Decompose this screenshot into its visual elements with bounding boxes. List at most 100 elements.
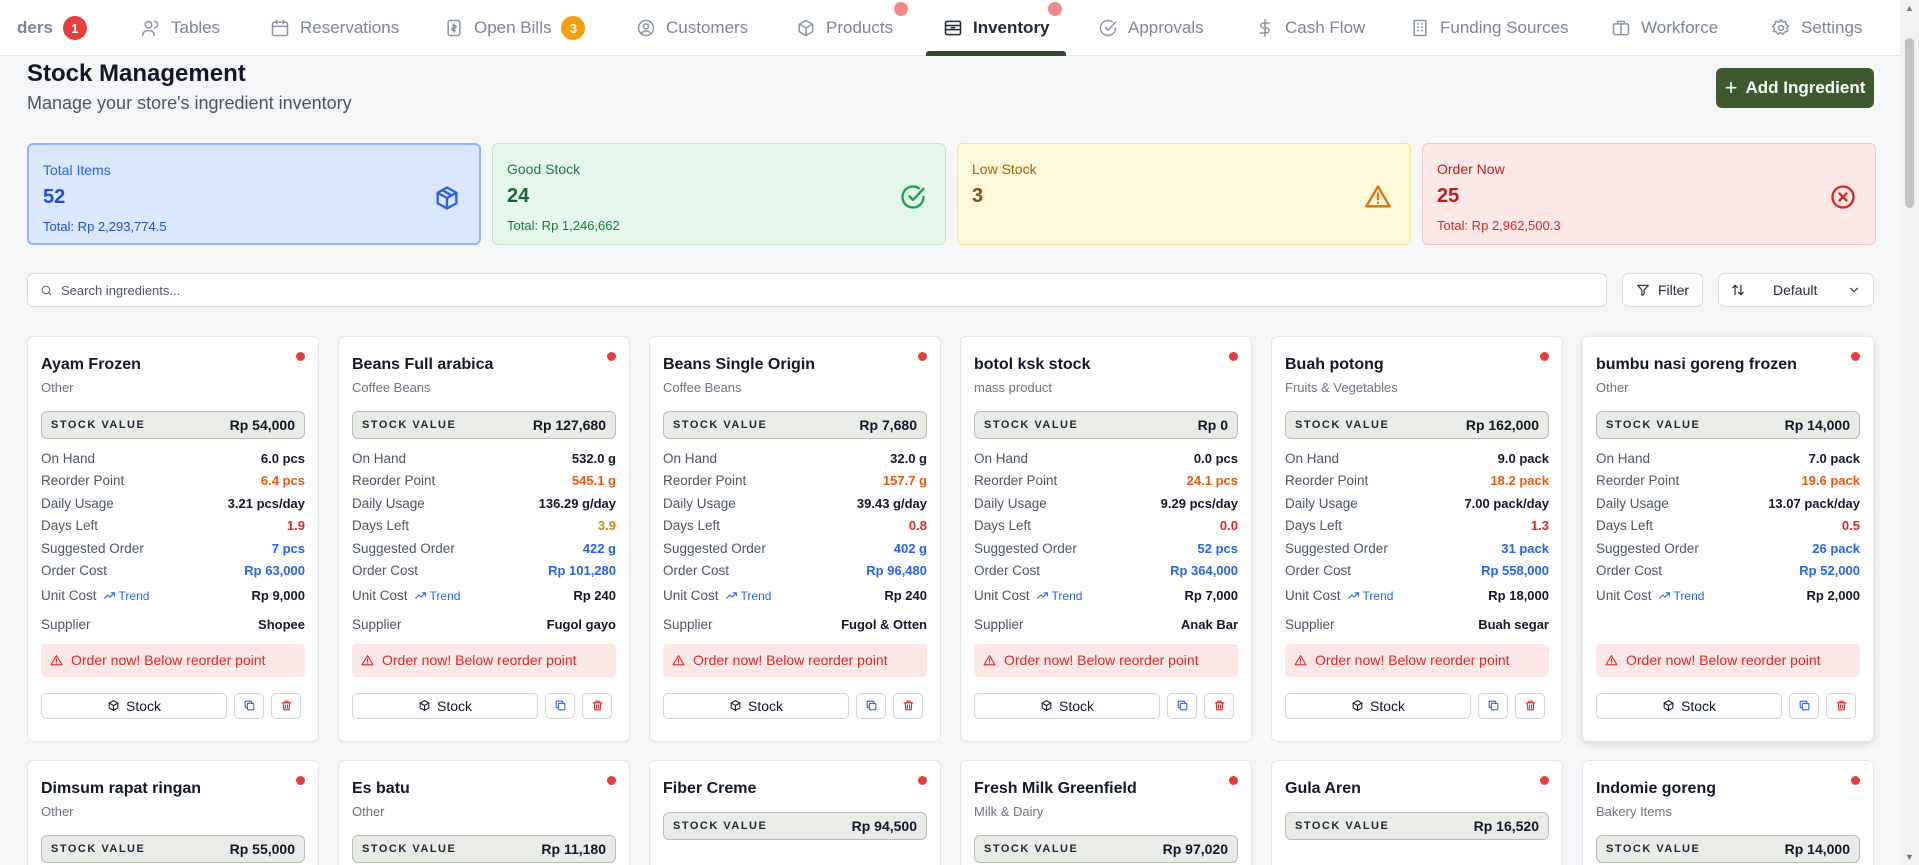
copy-icon: [1487, 699, 1500, 712]
nav-item-inventory[interactable]: Inventory: [943, 0, 1050, 56]
ingredient-card[interactable]: Fiber Creme STOCK VALUE Rp 94,500: [649, 760, 941, 865]
detail-value: 157.7 g: [882, 473, 927, 489]
detail-row-reorder-point: Reorder Point 19.6 pack: [1596, 470, 1860, 493]
stock-button[interactable]: Stock: [41, 692, 227, 719]
copy-button[interactable]: [545, 692, 575, 719]
add-ingredient-button[interactable]: + Add Ingredient: [1716, 68, 1874, 108]
detail-row-unit-cost: Unit Cost Trend Rp 2,000: [1596, 582, 1860, 609]
reorder-alert: Order now! Below reorder point: [41, 643, 305, 677]
status-dot: [1229, 776, 1238, 785]
detail-label: Days Left: [663, 518, 721, 534]
cube-icon: [433, 184, 461, 212]
scroll-down-arrow[interactable]: ▼: [1905, 853, 1914, 862]
stock-button[interactable]: Stock: [1596, 692, 1782, 719]
copy-button[interactable]: [856, 692, 886, 719]
delete-button[interactable]: [582, 692, 612, 719]
nav-item-funding-sources[interactable]: Funding Sources: [1410, 0, 1569, 56]
trend-link[interactable]: Trend: [1658, 589, 1704, 603]
detail-label: Reorder Point: [974, 473, 1058, 489]
detail-rows: On Hand 9.0 pack Reorder Point 18.2 pack Dai…: [1285, 447, 1549, 636]
copy-button[interactable]: [234, 692, 264, 719]
nav-item-open-bills[interactable]: Open Bills 3: [444, 0, 586, 56]
trend-link[interactable]: Trend: [1036, 589, 1082, 603]
nav-label: Settings: [1801, 18, 1863, 37]
copy-button[interactable]: [1167, 692, 1197, 719]
delete-button[interactable]: [271, 692, 301, 719]
detail-rows: On Hand 0.0 pcs Reorder Point 24.1 pcs Daily…: [974, 447, 1238, 636]
open-bills-badge: 3: [561, 16, 586, 40]
summary-low-stock[interactable]: Low Stock 3: [957, 143, 1411, 245]
stock-button[interactable]: Stock: [1285, 692, 1471, 719]
plus-icon: +: [1724, 75, 1738, 100]
ingredient-card[interactable]: Beans Single Origin Coffee Beans STOCK VAL…: [649, 336, 941, 742]
nav-item-customers[interactable]: Customers: [636, 0, 748, 56]
nav-item-reservations[interactable]: Reservations: [270, 0, 399, 56]
stock-button-label: Stock: [1058, 697, 1094, 714]
nav-item-workforce[interactable]: Workforce: [1611, 0, 1718, 56]
detail-value: Rp 240: [573, 588, 616, 603]
ingredient-card[interactable]: botol ksk stock mass product STOCK VALUE Rp…: [960, 336, 1252, 742]
trash-icon: [591, 699, 604, 712]
ingredient-card[interactable]: bumbu nasi goreng frozen Other STOCK VALUE…: [1582, 336, 1874, 742]
detail-row-unit-cost: Unit Cost Trend Rp 240: [352, 582, 616, 609]
alert-triangle-icon: [983, 654, 996, 667]
delete-button[interactable]: [893, 692, 923, 719]
reorder-alert: Order now! Below reorder point: [663, 643, 927, 677]
nav-item-settings[interactable]: Settings: [1771, 0, 1862, 56]
ingredient-card[interactable]: Indomie goreng Bakery Items STOCK VALUE Rp …: [1582, 760, 1874, 865]
trend-link[interactable]: Trend: [725, 589, 771, 603]
summary-good-stock[interactable]: Good Stock 24 Total: Rp 1,246,662: [492, 143, 946, 245]
detail-row-suggested-order: Suggested Order 402 g: [663, 537, 927, 560]
filter-button[interactable]: Filter: [1622, 273, 1703, 307]
reorder-alert: Order now! Below reorder point: [352, 643, 616, 677]
delete-button[interactable]: [1826, 692, 1856, 719]
sort-select[interactable]: Default: [1718, 273, 1874, 307]
detail-row-supplier: Supplier Shopee: [41, 613, 305, 636]
ingredient-card[interactable]: Gula Aren STOCK VALUE Rp 16,520: [1271, 760, 1563, 865]
stock-value-amount: Rp 14,000: [1784, 417, 1850, 433]
stock-value-amount: Rp 7,680: [859, 417, 917, 433]
scrollbar-thumb[interactable]: [1905, 38, 1914, 208]
ingredient-card[interactable]: Dimsum rapat ringan Other STOCK VALUE Rp 55…: [27, 760, 319, 865]
trend-link[interactable]: Trend: [1347, 588, 1394, 603]
trend-link[interactable]: Trend: [103, 589, 149, 603]
trash-icon: [1524, 699, 1537, 712]
nav-item-orders[interactable]: ders 1: [17, 0, 87, 56]
detail-label: Order Cost: [41, 563, 108, 579]
dollar-icon: [1255, 18, 1275, 38]
ingredient-card[interactable]: Fresh Milk Greenfield Milk & Dairy STOCK V…: [960, 760, 1252, 865]
nav-item-approvals[interactable]: Approvals: [1098, 0, 1204, 56]
detail-value: 0.8: [908, 518, 927, 534]
scroll-up-arrow[interactable]: ▲: [1905, 4, 1914, 13]
search-input[interactable]: [61, 282, 1561, 298]
summary-order-now[interactable]: Order Now 25 Total: Rp 2,962,500.3: [1422, 143, 1876, 245]
copy-button[interactable]: [1478, 692, 1508, 719]
ingredient-card[interactable]: Beans Full arabica Coffee Beans STOCK VALU…: [338, 336, 630, 742]
stock-button[interactable]: Stock: [352, 692, 538, 719]
detail-row-days-left: Days Left 0.5: [1596, 515, 1860, 538]
nav-item-tables[interactable]: Tables: [141, 0, 220, 56]
stock-button[interactable]: Stock: [663, 692, 849, 719]
nav-item-products[interactable]: Products: [796, 0, 893, 56]
copy-button[interactable]: [1789, 692, 1819, 719]
summary-total-items[interactable]: Total Items 52 Total: Rp 2,293,774.5: [27, 143, 481, 245]
ingredient-card[interactable]: Es batu Other STOCK VALUE Rp 11,180: [338, 760, 630, 865]
delete-button[interactable]: [1515, 692, 1545, 719]
detail-value: 26 pack: [1812, 540, 1860, 556]
ingredient-name: Buah potong: [1285, 356, 1384, 373]
trend-label: Trend: [1362, 588, 1394, 603]
alert-triangle-icon: [672, 654, 685, 667]
detail-label: Suggested Order: [1285, 540, 1388, 556]
stock-button-label: Stock: [1369, 697, 1405, 714]
stock-value-amount: Rp 127,680: [532, 417, 606, 433]
nav-label: Tables: [171, 18, 221, 37]
nav-item-cash-flow[interactable]: Cash Flow: [1255, 0, 1365, 56]
detail-row-daily-usage: Daily Usage 13.07 pack/day: [1596, 492, 1860, 515]
trend-link[interactable]: Trend: [414, 589, 460, 603]
stock-button[interactable]: Stock: [974, 692, 1160, 719]
ingredient-name: Fiber Creme: [663, 780, 757, 797]
ingredient-card[interactable]: Buah potong Fruits & Vegetables STOCK VALU…: [1271, 336, 1563, 742]
ingredient-card[interactable]: Ayam Frozen Other STOCK VALUE Rp 54,000 On H…: [27, 336, 319, 742]
delete-button[interactable]: [1204, 692, 1234, 719]
detail-label: Daily Usage: [1596, 495, 1669, 511]
